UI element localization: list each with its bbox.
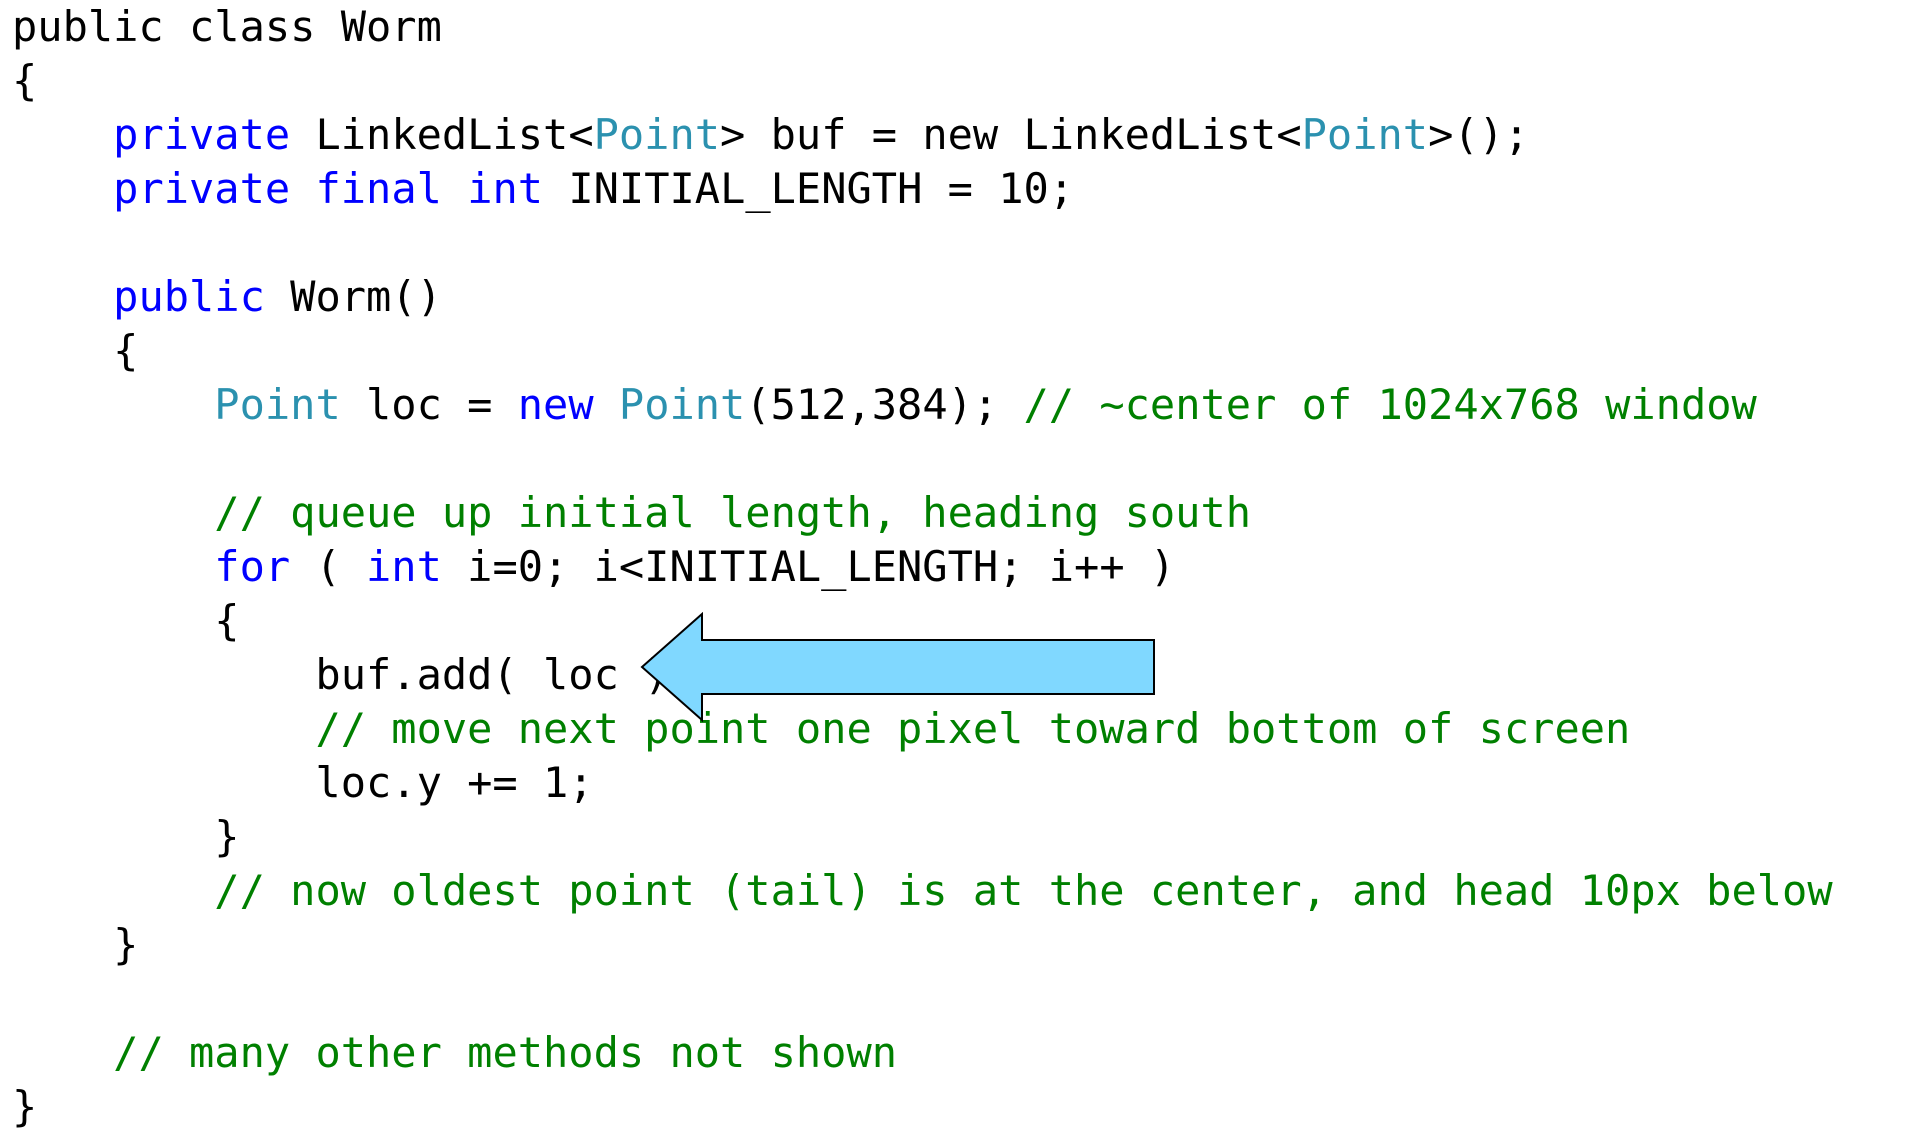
code-token: > buf = new LinkedList< [720,110,1302,159]
code-line: // queue up initial length, heading sout… [12,486,1833,540]
code-line: { [12,324,1833,378]
code-token: Point [618,380,746,429]
code-line: // now oldest point (tail) is at the cen… [12,864,1833,918]
pointer-arrow-icon [640,612,1155,722]
code-token: new [517,380,594,429]
code-line: private LinkedList<Point> buf = new Link… [12,108,1833,162]
code-token: public class Worm [12,2,442,51]
code-line: { [12,54,1833,108]
code-listing: public class Worm{ private LinkedList<Po… [12,0,1833,1134]
code-line: public class Worm [12,0,1833,54]
code-token: // queue up initial length, heading sout… [214,488,1252,537]
code-token: Point [1301,110,1429,159]
code-line: } [12,918,1833,972]
code-token: int [366,542,442,591]
code-token: public [113,272,265,321]
code-line: private final int INITIAL_LENGTH = 10; [12,162,1833,216]
code-token: buf.add( loc ); [12,650,695,699]
code-token: i=0; i<INITIAL_LENGTH; i++ ) [441,542,1176,591]
code-token: ( [290,542,367,591]
code-line: public Worm() [12,270,1833,324]
code-line: loc.y += 1; [12,756,1833,810]
code-token: } [12,920,139,969]
code-line: Point loc = new Point(512,384); // ~cent… [12,378,1833,432]
code-token: private [113,164,291,213]
code-token: { [12,596,240,645]
code-token: Worm() [264,272,442,321]
code-token: Point [593,110,721,159]
code-token: // now oldest point (tail) is at the cen… [214,866,1833,915]
code-token: (512,384); [745,380,1024,429]
code-token: loc = [340,380,518,429]
code-token: // many other methods not shown [113,1028,898,1077]
code-token: private [113,110,291,159]
code-token: int [467,164,544,213]
code-line: } [12,810,1833,864]
code-token: LinkedList< [290,110,594,159]
code-token: } [12,1082,38,1131]
code-token: { [12,326,139,375]
code-token: loc.y += 1; [12,758,594,807]
arrow-shape [640,612,1155,722]
code-token: for [214,542,291,591]
code-line: // many other methods not shown [12,1026,1833,1080]
code-line: for ( int i=0; i<INITIAL_LENGTH; i++ ) [12,540,1833,594]
code-token: INITIAL_LENGTH = 10; [543,164,1075,213]
code-token: } [12,812,240,861]
code-token: final [315,164,442,213]
code-token: // ~center of 1024x768 window [1023,380,1757,429]
code-token: Point [214,380,341,429]
code-token: { [12,56,38,105]
code-token: >(); [1428,110,1530,159]
code-line: } [12,1080,1833,1134]
